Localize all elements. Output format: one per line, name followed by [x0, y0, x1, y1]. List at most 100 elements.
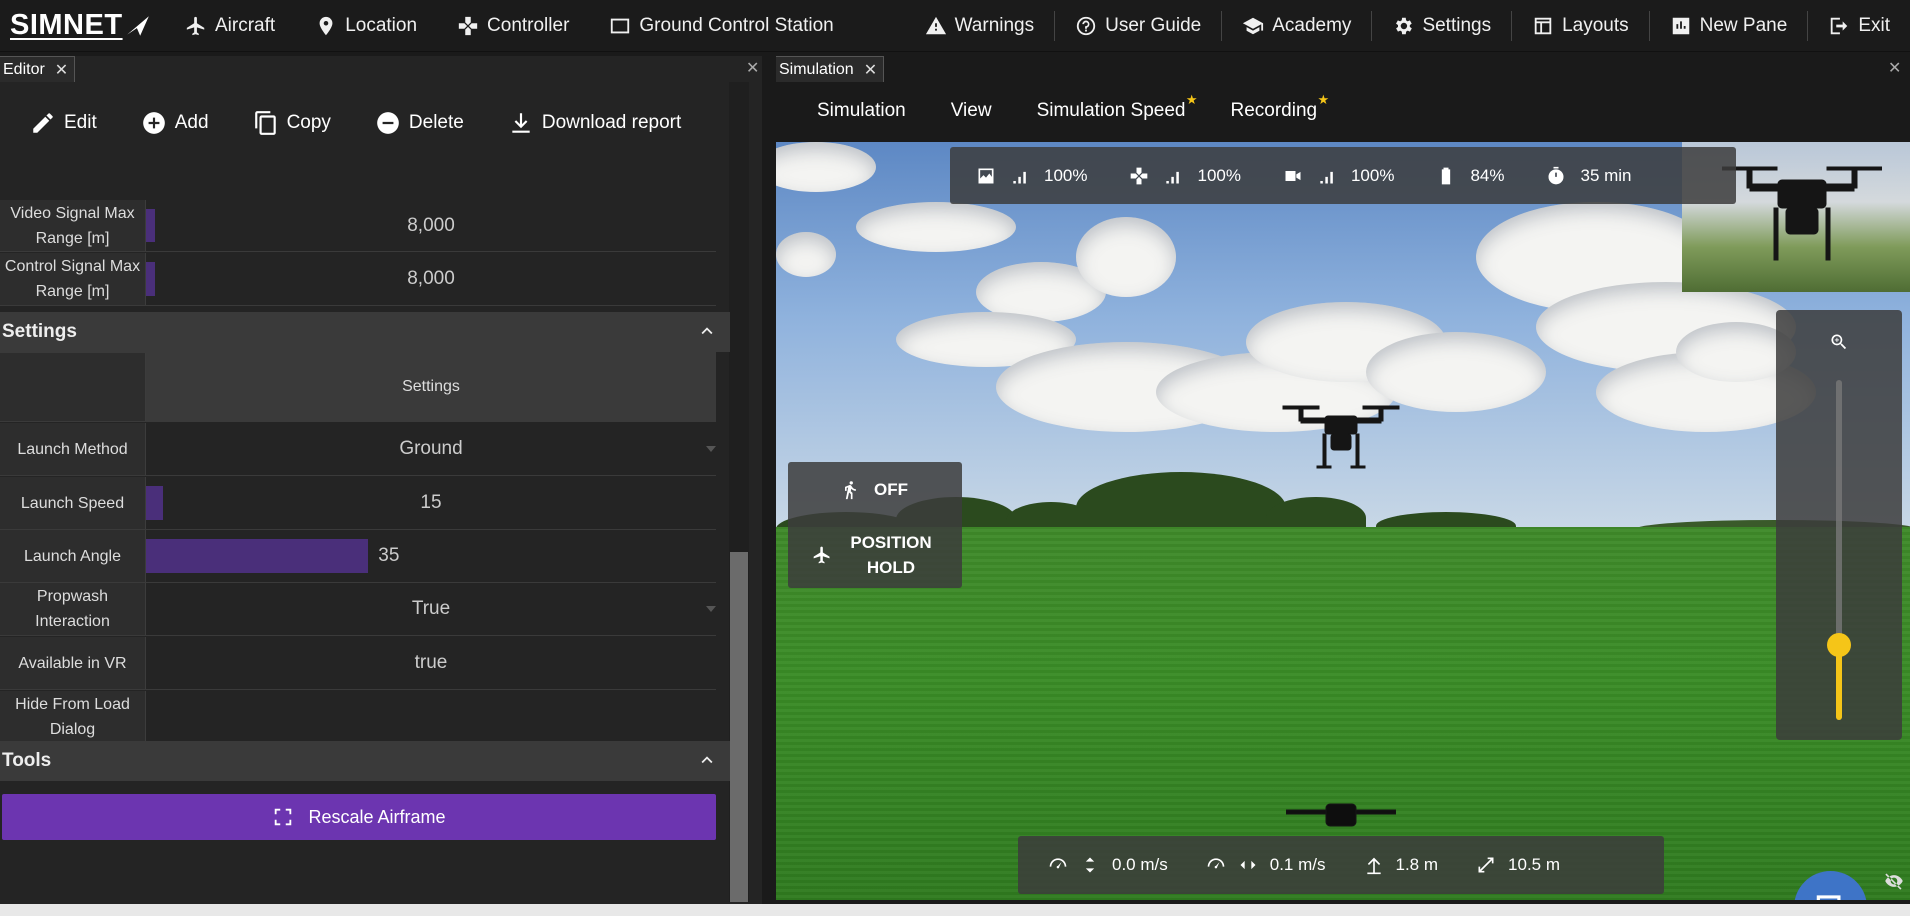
- camera-signal-indicator: 100%: [1283, 166, 1394, 186]
- close-pane-icon[interactable]: ✕: [1888, 58, 1901, 78]
- settings-table-header: Settings: [0, 352, 716, 422]
- simulation-pane: Simulation ✕ ✕ Simulation View Simulatio…: [776, 56, 1910, 904]
- logo-plane-icon: [126, 15, 149, 36]
- menu-recording-label: Recording: [1230, 100, 1318, 121]
- cloud: [776, 232, 836, 277]
- delete-button[interactable]: Delete: [375, 110, 464, 136]
- control-signal-indicator: 100%: [1129, 166, 1241, 186]
- nav-aircraft[interactable]: Aircraft: [165, 0, 295, 52]
- property-value: True: [411, 598, 451, 619]
- simulation-tab[interactable]: Simulation ✕: [776, 56, 885, 82]
- editor-tab-label: Editor: [3, 60, 45, 78]
- nav-location-label: Location: [345, 14, 418, 36]
- nav-controller[interactable]: Controller: [437, 0, 589, 52]
- property-label: Launch Method: [0, 423, 146, 475]
- mode-position-hold-row[interactable]: POSITION HOLD: [812, 530, 936, 580]
- editor-pane: Editor ✕ ✕ Edit Add Copy Delete Download…: [0, 56, 762, 912]
- property-row-launch-angle[interactable]: Launch Angle 35: [0, 530, 716, 583]
- flight-time-value: 35 min: [1580, 165, 1632, 185]
- nav-layouts[interactable]: Layouts: [1512, 0, 1649, 52]
- property-row-available-in-vr[interactable]: Available in VR true: [0, 637, 716, 690]
- hide-from-load-dialog-value[interactable]: [146, 691, 716, 743]
- close-pane-icon[interactable]: ✕: [746, 58, 759, 78]
- altitude-value: 1.8 m: [1395, 855, 1439, 874]
- nav-warnings[interactable]: Warnings: [905, 0, 1055, 52]
- editor-tab[interactable]: Editor ✕: [0, 56, 76, 82]
- help-icon: [1075, 15, 1097, 37]
- close-icon[interactable]: ✕: [55, 60, 68, 80]
- rescale-airframe-label: Rescale Airframe: [308, 806, 446, 827]
- nav-academy[interactable]: Academy: [1222, 0, 1371, 52]
- zoom-slider-knob[interactable]: [1827, 633, 1851, 658]
- altitude-indicator: 1.8 m: [1364, 855, 1439, 875]
- telemetry-top-bar: 100% 100% 100% 84% 35 min: [950, 147, 1736, 204]
- propwash-select[interactable]: True: [146, 583, 716, 635]
- launch-method-select[interactable]: Ground: [146, 423, 716, 475]
- property-value-cell[interactable]: 8,000: [146, 253, 716, 305]
- tools-section-header[interactable]: Tools: [0, 741, 730, 781]
- add-button[interactable]: Add: [141, 110, 209, 136]
- telemetry-bottom-bar: 0.0 m/s 0.1 m/s 1.8 m 10.5 m: [1018, 836, 1664, 894]
- battery-value: 84%: [1470, 165, 1505, 185]
- layout-icon: [1532, 15, 1554, 37]
- property-label: Control Signal Max Range [m]: [0, 253, 146, 305]
- simulation-tab-label: Simulation: [779, 60, 854, 78]
- chat-icon: [1816, 894, 1845, 900]
- mode-off-row[interactable]: OFF: [840, 480, 908, 500]
- settings-section-header[interactable]: Settings: [0, 312, 730, 352]
- menu-simulation[interactable]: Simulation: [817, 100, 906, 122]
- nav-user-guide[interactable]: User Guide: [1055, 0, 1221, 52]
- nav-settings[interactable]: Settings: [1372, 0, 1511, 52]
- gamepad-icon: [457, 15, 479, 37]
- horizontal-speed-indicator: 0.1 m/s: [1206, 855, 1326, 875]
- tools-section-title: Tools: [2, 750, 52, 771]
- nav-exit[interactable]: Exit: [1808, 0, 1910, 52]
- menu-simulation-speed[interactable]: Simulation Speed ★: [1037, 92, 1198, 122]
- property-row-launch-method[interactable]: Launch Method Ground: [0, 423, 716, 476]
- copy-icon: [254, 111, 276, 135]
- dropdown-caret-icon[interactable]: [706, 446, 716, 452]
- speedometer-icon: [1207, 858, 1225, 869]
- copy-button[interactable]: Copy: [253, 110, 331, 136]
- editor-scrollbar-thumb[interactable]: [730, 552, 748, 902]
- property-row-control-signal-range[interactable]: Control Signal Max Range [m] 8,000: [0, 253, 716, 306]
- property-row-hide-from-load-dialog[interactable]: Hide From Load Dialog: [0, 691, 716, 744]
- mode-off-label: OFF: [874, 480, 908, 499]
- launch-speed-input[interactable]: 15: [146, 477, 716, 529]
- dropdown-caret-icon[interactable]: [706, 606, 716, 612]
- chevron-up-icon[interactable]: [696, 320, 718, 348]
- nav-location[interactable]: Location: [295, 0, 437, 52]
- download-label: Download report: [541, 112, 682, 133]
- camera-signal-value: 100%: [1350, 165, 1395, 185]
- zoom-slider-panel: [1776, 310, 1902, 740]
- simnet-logo[interactable]: SIMNET: [0, 9, 165, 42]
- editor-scrollbar[interactable]: [729, 82, 749, 902]
- nav-new-pane[interactable]: New Pane: [1650, 0, 1808, 52]
- available-in-vr-value[interactable]: true: [146, 637, 716, 689]
- zoom-in-icon[interactable]: [1829, 332, 1849, 352]
- property-row-video-signal-range[interactable]: Video Signal Max Range [m] 8,000: [0, 200, 716, 252]
- chart-icon: [1670, 15, 1692, 37]
- flight-mode-panel[interactable]: OFF POSITION HOLD: [788, 462, 962, 588]
- horizontal-speed-value: 0.1 m/s: [1269, 855, 1326, 874]
- nav-new-pane-label: New Pane: [1699, 15, 1788, 36]
- property-row-launch-speed[interactable]: Launch Speed 15: [0, 477, 716, 530]
- chevron-up-icon[interactable]: [696, 749, 718, 777]
- vertical-arrows-icon: [1085, 857, 1095, 873]
- rescale-airframe-button[interactable]: Rescale Airframe: [2, 794, 716, 840]
- edit-button[interactable]: Edit: [30, 110, 97, 136]
- distance-indicator: 10.5 m: [1476, 855, 1560, 875]
- menu-view[interactable]: View: [951, 100, 992, 122]
- property-label: Launch Speed: [0, 477, 146, 529]
- hide-overlay-icon[interactable]: [1884, 871, 1904, 896]
- download-report-button[interactable]: Download report: [508, 110, 681, 136]
- gamepad-icon: [1131, 167, 1148, 184]
- property-row-propwash-interaction[interactable]: Propwash Interaction True: [0, 583, 716, 636]
- nav-ground-control-station[interactable]: Ground Control Station: [589, 0, 853, 52]
- menu-recording[interactable]: Recording ★: [1230, 92, 1330, 122]
- property-value-cell[interactable]: 8,000: [146, 200, 716, 251]
- simulation-viewport[interactable]: 100% 100% 100% 84% 35 min OFF POSITION H…: [776, 142, 1910, 900]
- launch-angle-input[interactable]: 35: [146, 530, 716, 582]
- vertical-speed-indicator: 0.0 m/s: [1048, 855, 1168, 875]
- close-icon[interactable]: ✕: [864, 60, 877, 80]
